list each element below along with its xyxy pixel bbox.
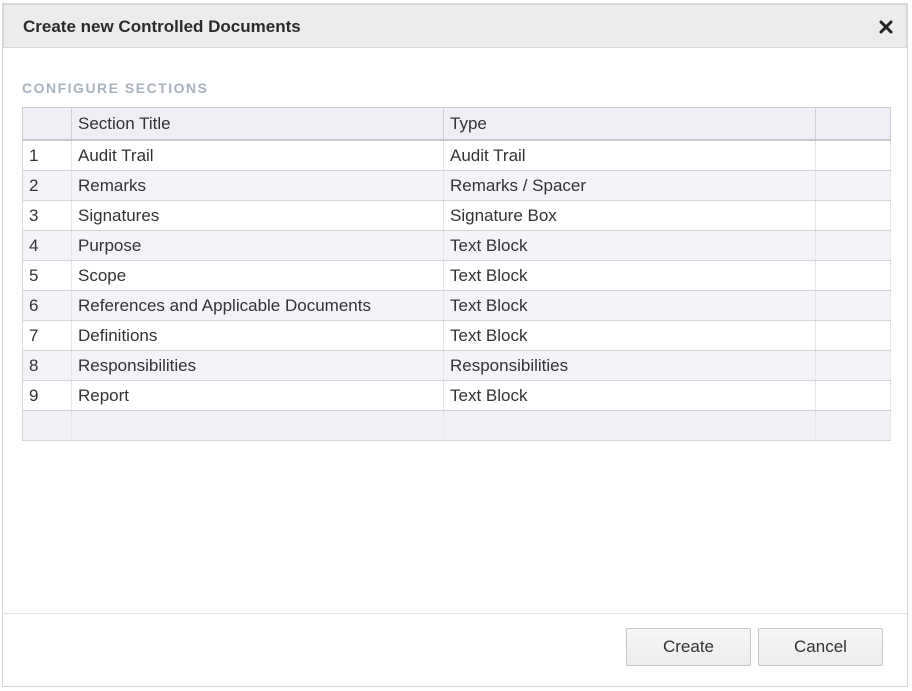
table-row[interactable]: 6 References and Applicable Documents Text… <box>22 290 891 321</box>
section-title-cell[interactable]: Audit Trail <box>71 140 444 171</box>
section-type-cell[interactable]: Remarks / Spacer <box>443 170 816 201</box>
section-title-cell[interactable]: Scope <box>71 260 444 291</box>
dialog-titlebar: Create new Controlled Documents <box>3 4 907 48</box>
row-actions-cell[interactable] <box>815 170 891 201</box>
row-actions-cell[interactable] <box>815 260 891 291</box>
column-header-actions[interactable] <box>815 107 891 141</box>
section-type-cell[interactable]: Audit Trail <box>443 140 816 171</box>
section-heading: CONFIGURE SECTIONS <box>22 80 209 96</box>
table-row[interactable]: 4 Purpose Text Block <box>22 230 891 261</box>
empty-cell[interactable] <box>22 410 72 441</box>
table-row[interactable]: 7 Definitions Text Block <box>22 320 891 351</box>
row-number-cell[interactable]: 3 <box>22 200 72 231</box>
new-row-placeholder[interactable] <box>22 410 891 441</box>
cancel-button[interactable]: Cancel <box>758 628 883 666</box>
empty-cell[interactable] <box>815 410 891 441</box>
row-number-cell[interactable]: 9 <box>22 380 72 411</box>
section-title-cell[interactable]: Responsibilities <box>71 350 444 381</box>
row-number-cell[interactable]: 4 <box>22 230 72 261</box>
row-number-cell[interactable]: 8 <box>22 350 72 381</box>
column-header-number[interactable] <box>22 107 72 141</box>
section-title-cell[interactable]: Report <box>71 380 444 411</box>
section-title-cell[interactable]: Signatures <box>71 200 444 231</box>
row-actions-cell[interactable] <box>815 350 891 381</box>
row-number-cell[interactable]: 6 <box>22 290 72 321</box>
row-number-cell[interactable]: 5 <box>22 260 72 291</box>
table-row[interactable]: 2 Remarks Remarks / Spacer <box>22 170 891 201</box>
row-actions-cell[interactable] <box>815 320 891 351</box>
section-title-cell[interactable]: Definitions <box>71 320 444 351</box>
close-icon[interactable] <box>878 19 894 35</box>
table-row[interactable]: 5 Scope Text Block <box>22 260 891 291</box>
row-actions-cell[interactable] <box>815 200 891 231</box>
row-actions-cell[interactable] <box>815 290 891 321</box>
row-actions-cell[interactable] <box>815 140 891 171</box>
row-number-cell[interactable]: 7 <box>22 320 72 351</box>
table-header-row: Section Title Type <box>22 107 891 141</box>
row-number-cell[interactable]: 1 <box>22 140 72 171</box>
section-title-cell[interactable]: References and Applicable Documents <box>71 290 444 321</box>
section-type-cell[interactable]: Responsibilities <box>443 350 816 381</box>
section-type-cell[interactable]: Signature Box <box>443 200 816 231</box>
section-type-cell[interactable]: Text Block <box>443 260 816 291</box>
section-title-cell[interactable]: Remarks <box>71 170 444 201</box>
sections-table: Section Title Type 1 Audit Trail Audit Tra… <box>22 107 891 441</box>
column-header-section-title[interactable]: Section Title <box>71 107 444 141</box>
row-actions-cell[interactable] <box>815 380 891 411</box>
footer-divider <box>3 613 907 614</box>
table-row[interactable]: 1 Audit Trail Audit Trail <box>22 140 891 171</box>
section-type-cell[interactable]: Text Block <box>443 230 816 261</box>
empty-cell[interactable] <box>71 410 444 441</box>
table-row[interactable]: 9 Report Text Block <box>22 380 891 411</box>
dialog-title: Create new Controlled Documents <box>23 17 301 36</box>
section-title-cell[interactable]: Purpose <box>71 230 444 261</box>
create-button[interactable]: Create <box>626 628 751 666</box>
empty-cell[interactable] <box>443 410 816 441</box>
row-actions-cell[interactable] <box>815 230 891 261</box>
section-type-cell[interactable]: Text Block <box>443 290 816 321</box>
column-header-type[interactable]: Type <box>443 107 816 141</box>
section-type-cell[interactable]: Text Block <box>443 380 816 411</box>
row-number-cell[interactable]: 2 <box>22 170 72 201</box>
table-row[interactable]: 3 Signatures Signature Box <box>22 200 891 231</box>
table-row[interactable]: 8 Responsibilities Responsibilities <box>22 350 891 381</box>
section-type-cell[interactable]: Text Block <box>443 320 816 351</box>
